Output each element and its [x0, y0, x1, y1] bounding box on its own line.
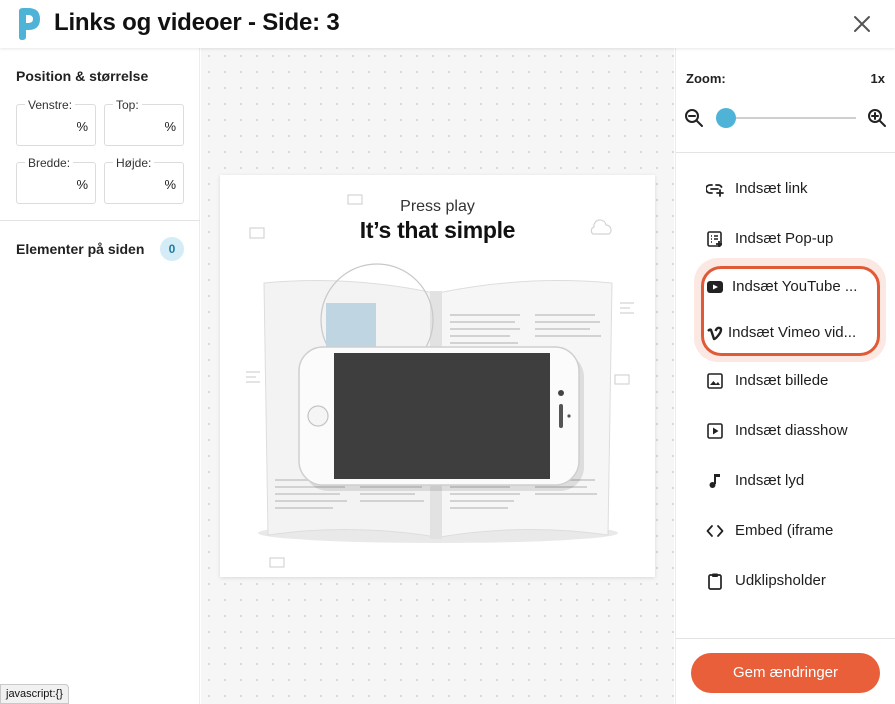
insert-popup-label: Indsæt Pop-up — [735, 230, 834, 247]
clipboard-label: Udklipsholder — [735, 572, 826, 589]
slideshow-icon — [707, 423, 723, 439]
status-bar-url: javascript:{} — [0, 684, 69, 704]
top-position-field[interactable]: Top: % — [104, 98, 184, 146]
zoom-out-icon[interactable] — [684, 108, 704, 128]
left-position-unit: % — [76, 119, 88, 134]
popup-icon — [707, 231, 722, 247]
embed-iframe-label: Embed (iframe — [735, 522, 834, 539]
code-icon — [706, 525, 724, 537]
insert-panel: Zoom: 1x Indsæt link Indsæt Pop-up Indsæ… — [675, 48, 895, 704]
zoom-slider-track — [716, 117, 856, 119]
clipboard-item[interactable]: Udklipsholder — [706, 569, 881, 593]
zoom-label: Zoom: — [686, 71, 726, 86]
elements-count-badge: 0 — [160, 237, 184, 261]
insert-link-label: Indsæt link — [735, 180, 808, 197]
insert-image-label: Indsæt billede — [735, 372, 829, 389]
width-unit: % — [76, 177, 88, 192]
position-size-title: Position & størrelse — [16, 68, 149, 84]
top-position-unit: % — [164, 119, 176, 134]
height-unit: % — [164, 177, 176, 192]
zoom-value: 1x — [870, 71, 885, 86]
left-position-label: Venstre: — [25, 98, 76, 112]
page-kicker-text: Press play — [400, 198, 475, 215]
elements-on-page-title: Elementer på siden — [16, 241, 145, 257]
insert-slideshow-item[interactable]: Indsæt diasshow — [706, 419, 881, 443]
zoom-slider[interactable] — [716, 108, 856, 128]
insert-vimeo-item[interactable]: Indsæt Vimeo vid... — [706, 321, 881, 345]
brand-logo-icon — [19, 8, 40, 40]
panel-divider — [0, 220, 200, 221]
insert-slideshow-label: Indsæt diasshow — [735, 422, 848, 439]
link-add-icon — [706, 184, 724, 197]
save-changes-button[interactable]: Gem ændringer — [691, 653, 880, 693]
properties-panel: Position & størrelse Venstre: % Top: % B… — [0, 48, 200, 704]
left-position-field[interactable]: Venstre: % — [16, 98, 96, 146]
insert-audio-label: Indsæt lyd — [735, 472, 805, 489]
page-preview[interactable]: Press play It’s that simple — [220, 175, 655, 577]
youtube-icon — [707, 281, 723, 293]
insert-youtube-item[interactable]: Indsæt YouTube ... — [706, 275, 881, 299]
header: Links og videoer - Side: 3 — [0, 0, 895, 48]
width-label: Bredde: — [25, 156, 74, 170]
insert-popup-item[interactable]: Indsæt Pop-up — [706, 227, 881, 251]
height-label: Højde: — [113, 156, 155, 170]
embed-iframe-item[interactable]: Embed (iframe — [706, 519, 881, 543]
insert-vimeo-label: Indsæt Vimeo vid... — [728, 324, 857, 341]
image-icon — [707, 373, 723, 389]
top-position-label: Top: — [113, 98, 142, 112]
page-headline-text: It’s that simple — [359, 217, 516, 243]
insert-link-item[interactable]: Indsæt link — [706, 177, 881, 201]
clipboard-icon — [708, 573, 722, 590]
insert-youtube-label: Indsæt YouTube ... — [732, 278, 858, 295]
insert-image-item[interactable]: Indsæt billede — [706, 369, 881, 393]
insert-audio-item[interactable]: Indsæt lyd — [706, 469, 881, 493]
zoom-slider-thumb[interactable] — [716, 108, 736, 128]
height-field[interactable]: Højde: % — [104, 156, 184, 204]
music-note-icon — [709, 474, 720, 488]
editor-canvas: Press play It’s that simple — [201, 48, 674, 704]
vimeo-icon — [707, 326, 723, 341]
page-title: Links og videoer - Side: 3 — [54, 9, 340, 36]
footer-divider — [676, 638, 895, 639]
width-field[interactable]: Bredde: % — [16, 156, 96, 204]
zoom-in-icon[interactable] — [867, 108, 887, 128]
zoom-divider — [676, 152, 895, 153]
close-icon[interactable] — [850, 12, 874, 36]
